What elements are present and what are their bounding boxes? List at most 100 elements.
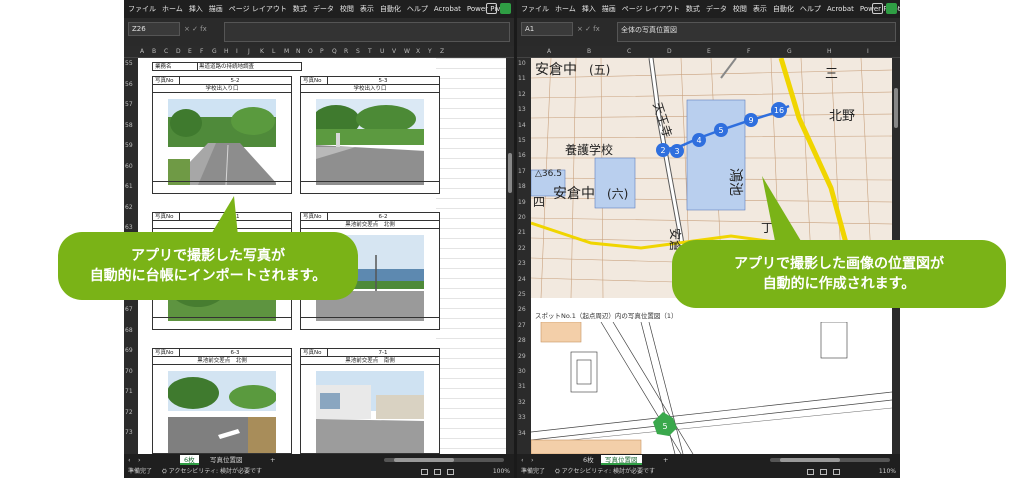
- column-header[interactable]: K: [260, 48, 264, 55]
- sheet-tab-ledger[interactable]: 6枚: [579, 455, 598, 465]
- column-header[interactable]: I: [236, 48, 238, 55]
- horizontal-scrollbar[interactable]: [384, 458, 504, 462]
- column-header[interactable]: G: [787, 48, 792, 55]
- row-header[interactable]: 25: [518, 291, 526, 298]
- name-box[interactable]: A1: [521, 22, 573, 36]
- ribbon-tab-help[interactable]: ヘルプ: [800, 4, 821, 14]
- formula-icons[interactable]: × ✓ fx: [577, 22, 600, 36]
- column-header[interactable]: D: [667, 48, 672, 55]
- row-header[interactable]: 14: [518, 122, 526, 129]
- normal-view-icon[interactable]: [807, 469, 814, 475]
- row-header[interactable]: 16: [518, 152, 526, 159]
- sheet-tab-photo-map[interactable]: 写真位置図: [601, 455, 642, 465]
- row-header[interactable]: 62: [125, 204, 133, 211]
- row-header[interactable]: 13: [518, 106, 526, 113]
- ribbon-tab-formulas[interactable]: 数式: [293, 4, 307, 14]
- row-header[interactable]: 59: [125, 142, 133, 149]
- column-header[interactable]: B: [152, 48, 156, 55]
- name-box[interactable]: Z26: [128, 22, 180, 36]
- column-header[interactable]: R: [344, 48, 348, 55]
- share-icon[interactable]: [886, 3, 897, 14]
- ribbon-tab-draw[interactable]: 描画: [209, 4, 223, 14]
- row-header[interactable]: 24: [518, 276, 526, 283]
- column-header[interactable]: F: [200, 48, 203, 55]
- page-layout-view-icon[interactable]: [820, 469, 827, 475]
- zoom-level[interactable]: 100%: [493, 466, 510, 478]
- row-header[interactable]: 34: [518, 430, 526, 437]
- status-accessibility[interactable]: アクセシビリティ: 検討が必要です: [562, 468, 655, 475]
- column-header[interactable]: Z: [440, 48, 444, 55]
- photo-marker[interactable]: 2: [656, 143, 670, 157]
- photo-marker[interactable]: 16: [771, 102, 787, 118]
- formula-input[interactable]: [224, 22, 510, 42]
- column-header[interactable]: C: [164, 48, 168, 55]
- ribbon-tab-insert[interactable]: 挿入: [189, 4, 203, 14]
- comments-icon[interactable]: [486, 3, 497, 14]
- row-header[interactable]: 58: [125, 122, 133, 129]
- column-header[interactable]: E: [707, 48, 711, 55]
- photo-marker[interactable]: 4: [692, 133, 706, 147]
- row-header[interactable]: 10: [518, 60, 526, 67]
- row-header[interactable]: 33: [518, 414, 526, 421]
- column-header[interactable]: U: [380, 48, 384, 55]
- row-header[interactable]: 29: [518, 353, 526, 360]
- column-header[interactable]: H: [224, 48, 229, 55]
- column-header[interactable]: E: [188, 48, 192, 55]
- scroll-thumb[interactable]: [394, 458, 454, 462]
- row-header[interactable]: 22: [518, 245, 526, 252]
- row-header[interactable]: 56: [125, 81, 133, 88]
- row-header[interactable]: 15: [518, 137, 526, 144]
- column-header[interactable]: M: [284, 48, 289, 55]
- scroll-thumb[interactable]: [508, 153, 512, 193]
- row-header[interactable]: 68: [125, 327, 133, 334]
- row-header[interactable]: 17: [518, 168, 526, 175]
- row-header[interactable]: 63: [125, 224, 133, 231]
- photo-marker[interactable]: 3: [670, 144, 684, 158]
- scroll-thumb[interactable]: [894, 88, 898, 128]
- row-header[interactable]: 20: [518, 214, 526, 221]
- row-header[interactable]: 73: [125, 429, 133, 436]
- column-header[interactable]: T: [368, 48, 372, 55]
- photo-marker[interactable]: 5: [714, 123, 728, 137]
- row-header[interactable]: 11: [518, 75, 526, 82]
- ribbon-tab-home[interactable]: ホーム: [162, 4, 183, 14]
- row-header[interactable]: 71: [125, 388, 133, 395]
- column-header[interactable]: L: [272, 48, 275, 55]
- row-header[interactable]: 72: [125, 409, 133, 416]
- row-header[interactable]: 70: [125, 368, 133, 375]
- row-header[interactable]: 31: [518, 383, 526, 390]
- column-header[interactable]: O: [308, 48, 313, 55]
- row-header[interactable]: 60: [125, 163, 133, 170]
- photo-record-7-1[interactable]: 写真No 7-1 黒池前交差点 南側: [300, 348, 440, 454]
- comments-icon[interactable]: [872, 3, 883, 14]
- prev-sheet-icon[interactable]: ‹: [521, 455, 524, 465]
- column-header[interactable]: P: [320, 48, 324, 55]
- column-header[interactable]: J: [248, 48, 250, 55]
- column-header[interactable]: W: [404, 48, 410, 55]
- row-header[interactable]: 27: [518, 322, 526, 329]
- row-header[interactable]: 28: [518, 337, 526, 344]
- column-header[interactable]: V: [392, 48, 396, 55]
- photo-record-6-3[interactable]: 写真No 6-3 黒池前交差点 北側: [152, 348, 292, 454]
- page-break-view-icon[interactable]: [447, 469, 454, 475]
- ribbon-tab-automate[interactable]: 自動化: [773, 4, 794, 14]
- row-header[interactable]: 12: [518, 91, 526, 98]
- ribbon-tab-review[interactable]: 校閲: [733, 4, 747, 14]
- column-header[interactable]: G: [212, 48, 217, 55]
- formula-input[interactable]: 全体の写真位置図: [617, 22, 896, 42]
- ribbon-tab-insert[interactable]: 挿入: [582, 4, 596, 14]
- next-sheet-icon[interactable]: ›: [531, 455, 534, 465]
- next-sheet-icon[interactable]: ›: [138, 455, 141, 465]
- ribbon-tab-formulas[interactable]: 数式: [686, 4, 700, 14]
- zoom-level[interactable]: 110%: [879, 466, 896, 478]
- prev-sheet-icon[interactable]: ‹: [128, 455, 131, 465]
- row-header[interactable]: 26: [518, 306, 526, 313]
- row-header[interactable]: 18: [518, 183, 526, 190]
- ribbon-tab-automate[interactable]: 自動化: [380, 4, 401, 14]
- ribbon-tab-review[interactable]: 校閲: [340, 4, 354, 14]
- ribbon-tab-help[interactable]: ヘルプ: [407, 4, 428, 14]
- photo-marker[interactable]: 9: [744, 113, 758, 127]
- row-header[interactable]: 21: [518, 229, 526, 236]
- formula-icons[interactable]: × ✓ fx: [184, 22, 207, 36]
- column-header[interactable]: N: [296, 48, 301, 55]
